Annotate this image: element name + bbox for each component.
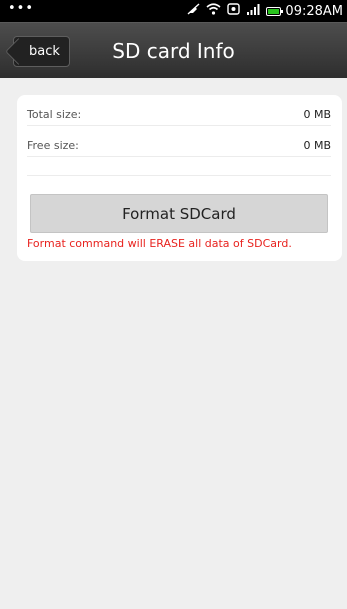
- free-size-label: Free size:: [27, 139, 79, 152]
- nfc-icon: [227, 3, 241, 19]
- free-size-row: Free size: 0 MB: [27, 135, 331, 157]
- format-sdcard-button[interactable]: Format SDCard: [30, 194, 328, 233]
- status-time: 09:28AM: [285, 3, 343, 19]
- free-size-value: 0 MB: [303, 139, 331, 152]
- total-size-value: 0 MB: [303, 108, 331, 121]
- status-icons: 09:28AM: [187, 3, 343, 19]
- divider: [27, 175, 331, 176]
- sd-info-card: Total size: 0 MB Free size: 0 MB Format …: [17, 95, 342, 261]
- battery-level: [268, 8, 280, 14]
- mute-icon: [187, 3, 200, 19]
- overflow-menu-icon: •••: [8, 1, 35, 16]
- status-bar: ••• 09:28AM: [0, 0, 347, 22]
- wifi-icon: [206, 3, 221, 19]
- battery-icon: [266, 6, 284, 16]
- back-button[interactable]: back: [13, 36, 70, 67]
- total-size-label: Total size:: [27, 108, 82, 121]
- back-button-label: back: [29, 44, 60, 59]
- signal-icon: [246, 3, 260, 19]
- total-size-row: Total size: 0 MB: [27, 104, 331, 126]
- title-bar: back SD card Info: [0, 22, 347, 78]
- format-warning-text: Format command will ERASE all data of SD…: [27, 237, 292, 250]
